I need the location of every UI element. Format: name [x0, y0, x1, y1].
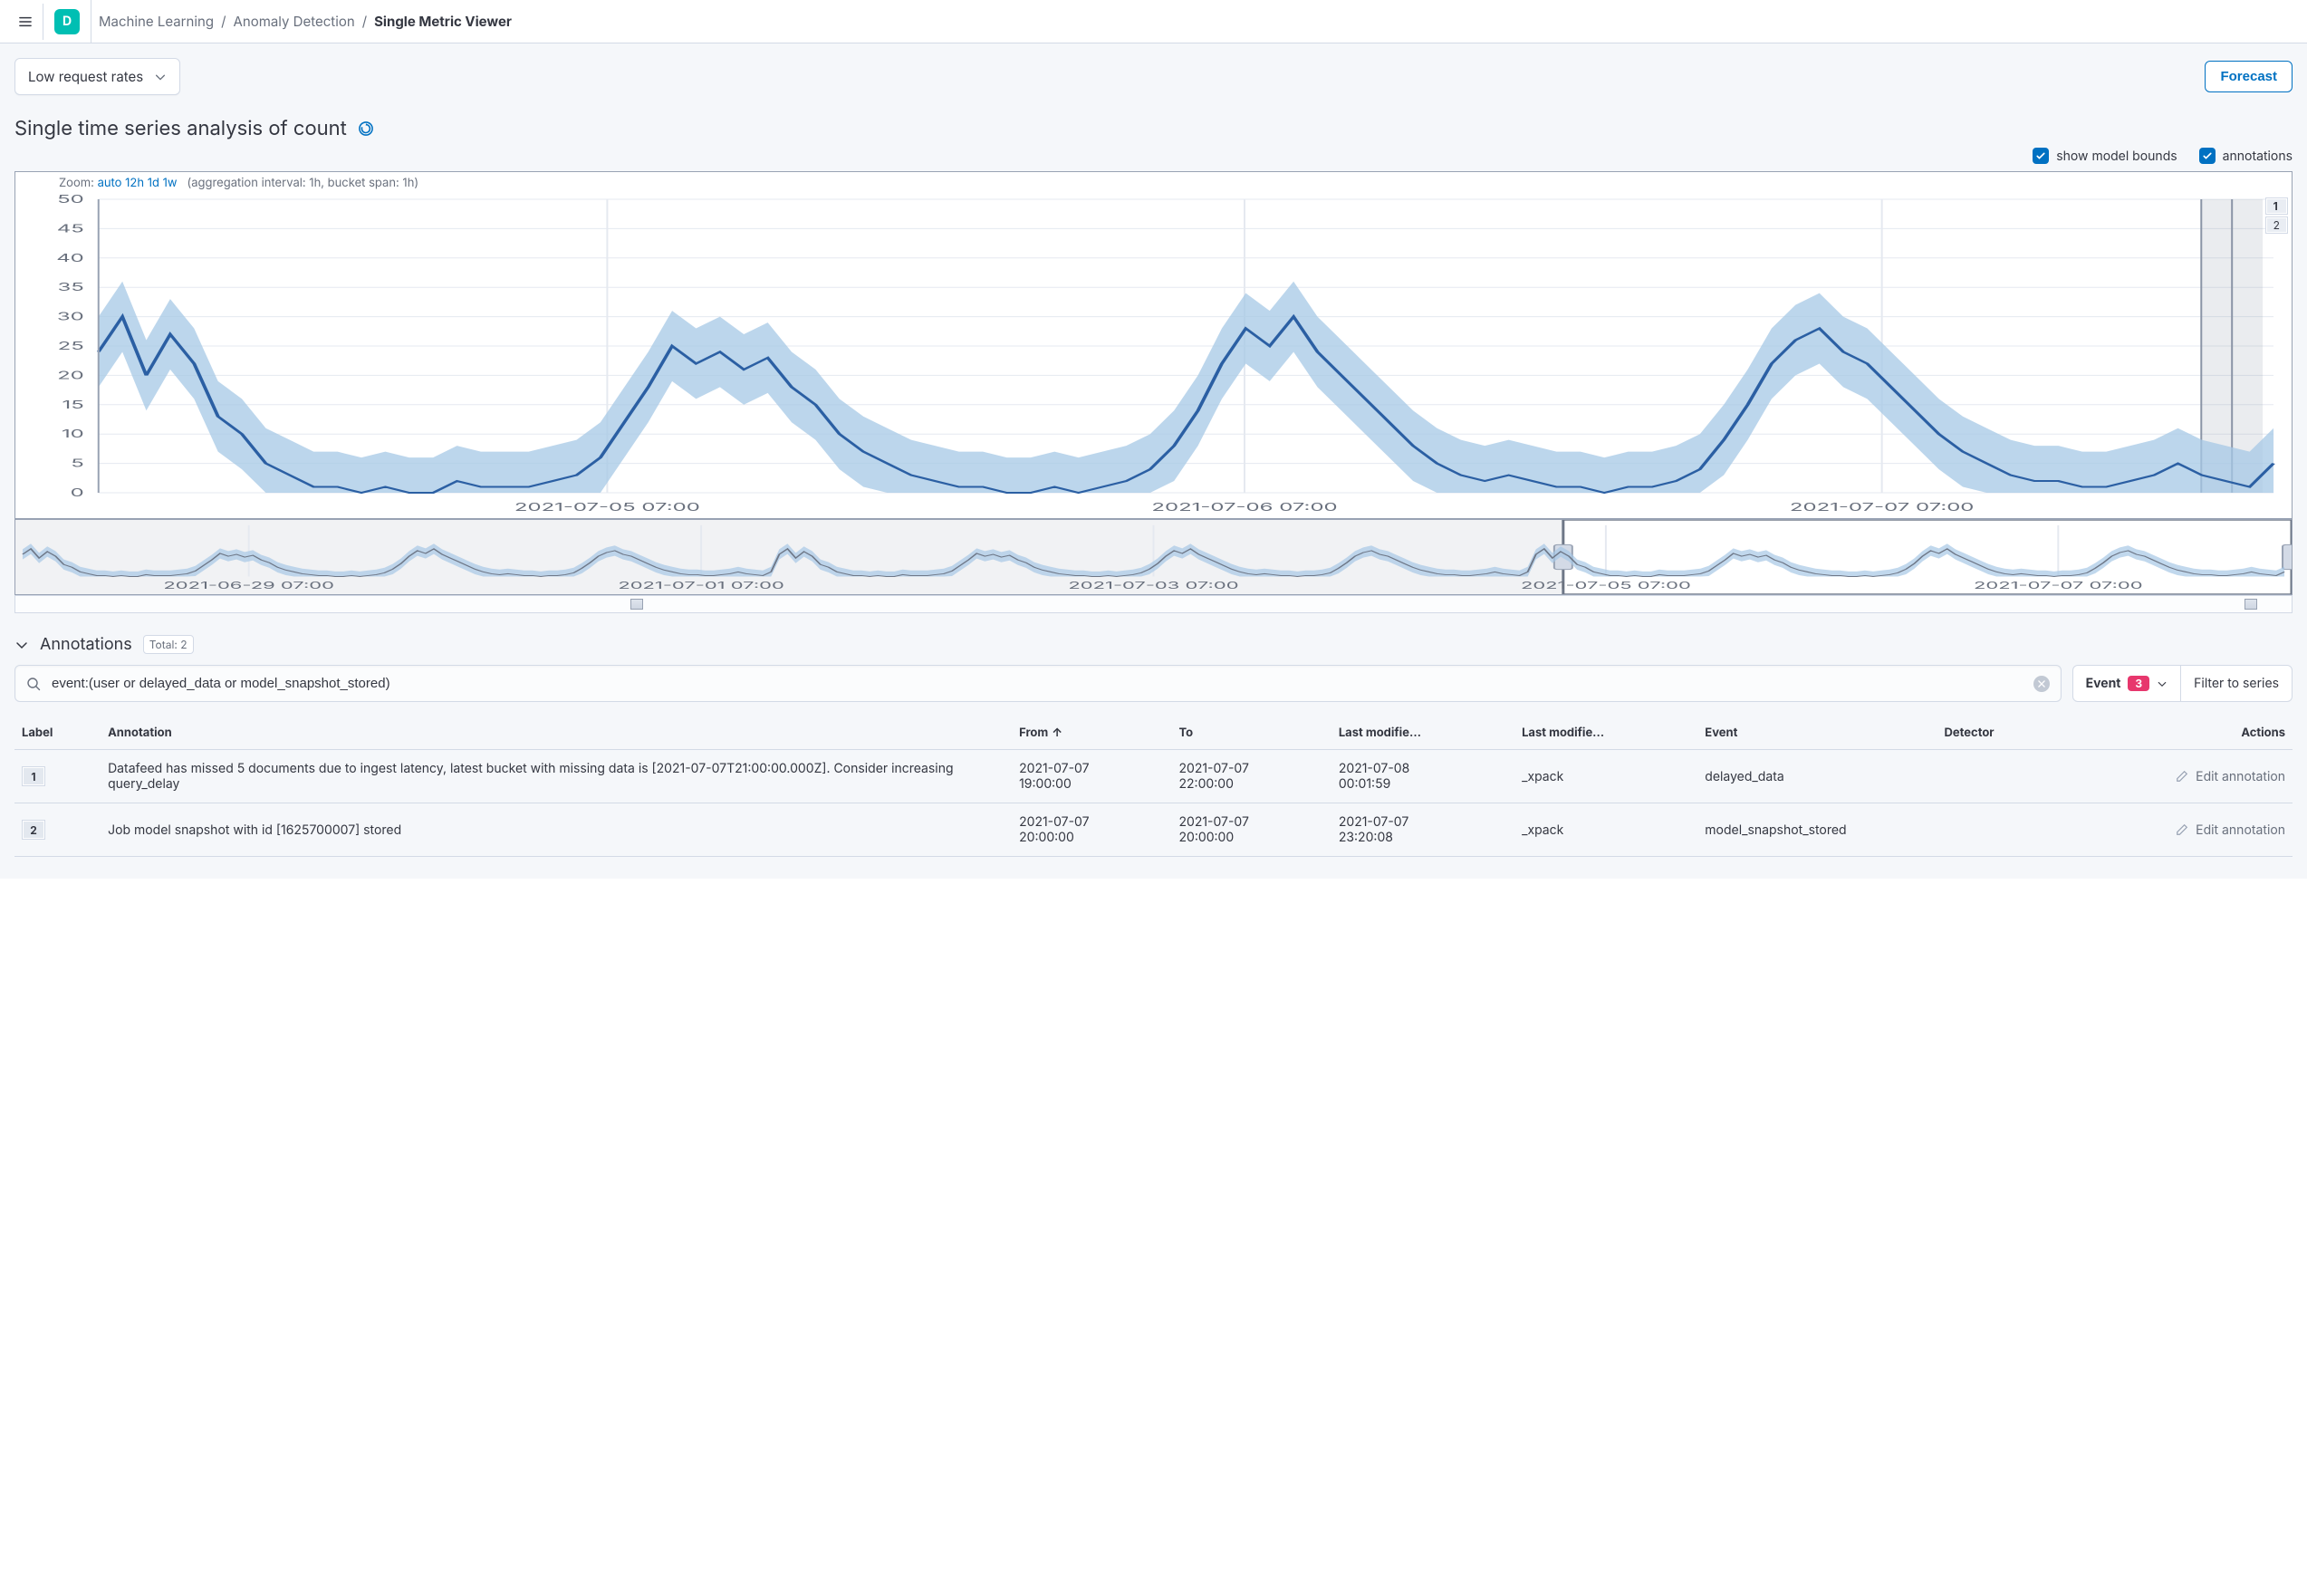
annotation-text: Job model snapshot with id [1625700007] …	[101, 803, 1012, 857]
annotation-from: 2021-07-0720:00:00	[1012, 803, 1171, 857]
zoom-bar: Zoom: auto 12h 1d 1w (aggregation interv…	[15, 172, 2292, 192]
edit-annotation-button[interactable]: Edit annotation	[2066, 769, 2285, 784]
annotations-search[interactable]	[14, 665, 2062, 702]
svg-text:45: 45	[57, 222, 84, 236]
col-actions[interactable]: Actions	[2059, 716, 2293, 750]
checkbox-checked-icon	[2033, 148, 2049, 164]
svg-text:2021-07-03 07:00: 2021-07-03 07:00	[1068, 580, 1238, 591]
svg-text:2021-07-07 07:00: 2021-07-07 07:00	[1974, 580, 2143, 591]
col-annotation[interactable]: Annotation	[101, 716, 1012, 750]
context-scroll-track[interactable]	[14, 595, 2293, 613]
col-modby[interactable]: Last modifie…	[1514, 716, 1697, 750]
col-label[interactable]: Label	[14, 716, 101, 750]
svg-text:2021-06-29 07:00: 2021-06-29 07:00	[163, 580, 334, 591]
svg-text:30: 30	[57, 310, 84, 323]
breadcrumb-ml[interactable]: Machine Learning	[99, 13, 214, 30]
annotation-marker-1[interactable]: 1	[2265, 197, 2288, 215]
svg-text:0: 0	[71, 486, 84, 500]
top-bar: D Machine Learning / Anomaly Detection /…	[0, 0, 2307, 43]
filter-group: Event 3 Filter to series	[2072, 665, 2293, 702]
svg-text:50: 50	[57, 193, 84, 207]
annotation-modby: _xpack	[1514, 750, 1697, 803]
chevron-down-icon[interactable]	[14, 638, 29, 652]
sort-asc-icon: ↑	[1052, 726, 1062, 740]
svg-text:5: 5	[71, 457, 84, 470]
pencil-icon	[2176, 770, 2188, 783]
checkbox-checked-icon	[2199, 148, 2216, 164]
annotation-modby: _xpack	[1514, 803, 1697, 857]
context-chart-svg: 2021-06-29 07:00 2021-07-01 07:00 2021-07-…	[15, 520, 2292, 594]
col-event[interactable]: Event	[1697, 716, 1937, 750]
job-selector-label: Low request rates	[28, 68, 143, 85]
zoom-1w[interactable]: 1w	[163, 176, 178, 190]
search-icon	[26, 677, 41, 691]
svg-text:2021-07-05 07:00: 2021-07-05 07:00	[514, 501, 700, 514]
col-detector[interactable]: Detector	[1937, 716, 2059, 750]
filter-to-series-button[interactable]: Filter to series	[2181, 667, 2292, 700]
svg-text:15: 15	[62, 398, 84, 411]
col-modtime[interactable]: Last modifie…	[1331, 716, 1514, 750]
focus-chart-svg: 0 5 10 15 20 25 30 35 40 45 50 2021-07-05 07:00 2021…	[15, 192, 2292, 518]
event-filter[interactable]: Event 3	[2073, 667, 2181, 700]
svg-text:20: 20	[57, 369, 84, 382]
svg-text:10: 10	[62, 428, 84, 441]
toggle-annotations[interactable]: annotations	[2199, 148, 2293, 164]
annotation-modtime: 2021-07-0800:01:59	[1331, 750, 1514, 803]
annotation-detector	[1937, 750, 2059, 803]
table-row: 2 Job model snapshot with id [1625700007…	[14, 803, 2293, 857]
breadcrumb: Machine Learning / Anomaly Detection / S…	[91, 0, 512, 43]
hamburger-icon	[19, 15, 32, 28]
refresh-icon[interactable]	[358, 120, 374, 137]
annotation-event: model_snapshot_stored	[1697, 803, 1937, 857]
job-selector[interactable]: Low request rates	[14, 58, 180, 95]
annotation-from: 2021-07-0719:00:00	[1012, 750, 1171, 803]
svg-text:40: 40	[56, 251, 84, 264]
breadcrumb-sep: /	[362, 13, 367, 30]
forecast-button[interactable]: Forecast	[2205, 61, 2293, 92]
zoom-auto[interactable]: auto	[98, 176, 122, 190]
close-icon	[2037, 679, 2046, 688]
context-chart[interactable]: 2021-06-29 07:00 2021-07-01 07:00 2021-07-…	[14, 519, 2293, 595]
annotation-label-chip: 2	[22, 820, 45, 840]
svg-text:2021-07-07 07:00: 2021-07-07 07:00	[1790, 501, 1974, 514]
svg-text:25: 25	[58, 340, 84, 353]
zoom-12h[interactable]: 12h	[125, 176, 144, 190]
clear-search-button[interactable]	[2033, 676, 2050, 692]
annotation-detector	[1937, 803, 2059, 857]
pencil-icon	[2176, 823, 2188, 836]
svg-text:2021-07-06 07:00: 2021-07-06 07:00	[1151, 501, 1337, 514]
focus-chart[interactable]: Zoom: auto 12h 1d 1w (aggregation interv…	[14, 171, 2293, 519]
svg-text:2021-07-05 07:00: 2021-07-05 07:00	[1521, 580, 1691, 591]
breadcrumb-current: Single Metric Viewer	[374, 13, 512, 30]
annotation-to: 2021-07-0720:00:00	[1171, 803, 1331, 857]
toggle-model-bounds[interactable]: show model bounds	[2033, 148, 2177, 164]
annotations-heading: Annotations	[40, 635, 132, 654]
col-to[interactable]: To	[1171, 716, 1331, 750]
scroll-thumb[interactable]	[2245, 599, 2257, 610]
space-logo[interactable]: D	[54, 9, 80, 34]
col-from[interactable]: From↑	[1012, 716, 1171, 750]
annotation-label-chip: 1	[22, 766, 45, 786]
edit-annotation-button[interactable]: Edit annotation	[2066, 822, 2285, 838]
breadcrumb-anomaly[interactable]: Anomaly Detection	[234, 13, 355, 30]
breadcrumb-sep: /	[221, 13, 226, 30]
annotations-total-badge: Total: 2	[143, 635, 194, 654]
chevron-down-icon	[2157, 678, 2168, 689]
annotations-table: Label Annotation From↑ To Last modifie… …	[14, 716, 2293, 857]
hamburger-menu-button[interactable]	[7, 4, 43, 40]
annotation-marker-2[interactable]: 2	[2265, 216, 2288, 234]
scroll-thumb[interactable]	[630, 599, 643, 610]
chevron-down-icon	[154, 71, 167, 83]
zoom-1d[interactable]: 1d	[148, 176, 159, 190]
annotation-event: delayed_data	[1697, 750, 1937, 803]
event-count-badge: 3	[2128, 676, 2149, 691]
page-title: Single time series analysis of count	[14, 117, 2293, 140]
annotation-to: 2021-07-0722:00:00	[1171, 750, 1331, 803]
svg-text:2021-07-01 07:00: 2021-07-01 07:00	[618, 580, 784, 591]
annotation-modtime: 2021-07-0723:20:08	[1331, 803, 1514, 857]
annotation-text: Datafeed has missed 5 documents due to i…	[101, 750, 1012, 803]
table-row: 1 Datafeed has missed 5 documents due to…	[14, 750, 2293, 803]
search-input[interactable]	[50, 675, 2024, 692]
svg-text:35: 35	[57, 281, 83, 294]
